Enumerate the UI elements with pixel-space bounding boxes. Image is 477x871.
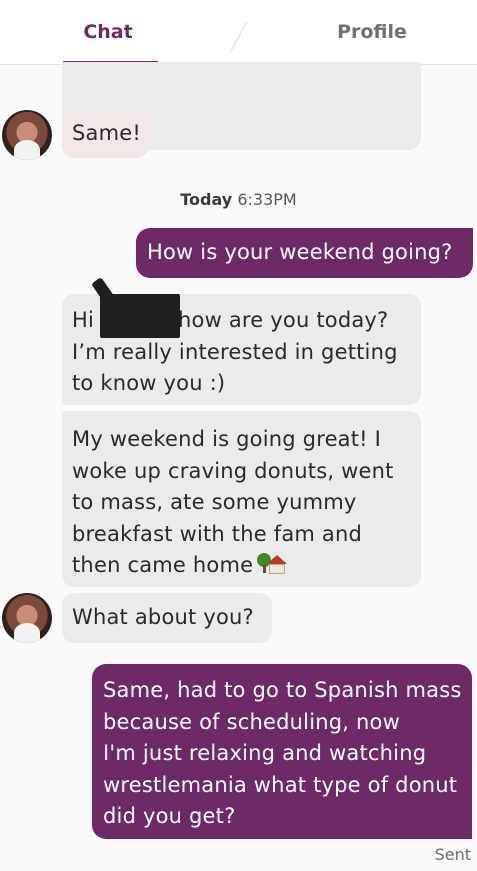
outgoing-message-bubble: Same, had to go to Spanish mass because … (92, 664, 472, 839)
timestamp-day: Today (180, 190, 233, 209)
tab-divider (230, 21, 247, 53)
message-text: how are you today? (178, 308, 389, 332)
message-text: My weekend is going great! I woke up cra… (72, 427, 394, 577)
message-text: Same! (72, 121, 141, 145)
outgoing-message-bubble: How is your weekend going? (136, 228, 473, 278)
avatar[interactable] (2, 110, 52, 160)
tab-profile[interactable]: Profile (320, 0, 424, 64)
timestamp: Today 6:33PM (0, 190, 477, 209)
message-text: What about you? (72, 605, 254, 629)
sent-status: Sent (434, 845, 471, 864)
house-with-garden-icon (257, 553, 288, 575)
message-text: Same, had to go to Spanish mass because … (103, 678, 462, 828)
message-bubble: Same! (62, 110, 149, 158)
tab-bar: Chat Profile (0, 0, 477, 65)
message-bubble: My weekend is going great! I woke up cra… (62, 411, 421, 587)
message-text: Hi (72, 308, 95, 332)
tab-chat[interactable]: Chat (58, 0, 158, 64)
message-text: How is your weekend going? (147, 240, 453, 264)
timestamp-time: 6:33PM (237, 190, 297, 209)
redaction-mark (100, 294, 180, 338)
message-bubble: What about you? (62, 593, 272, 643)
avatar[interactable] (2, 593, 52, 643)
message-text: I’m really interested in getting to know… (72, 339, 398, 396)
